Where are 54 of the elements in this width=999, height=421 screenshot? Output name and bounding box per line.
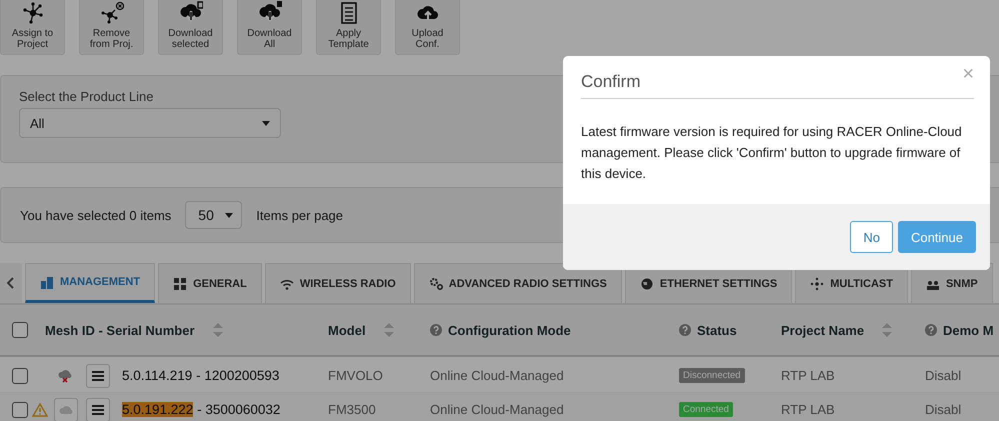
menu-icon <box>92 370 104 380</box>
model-cell: FM3500 <box>328 402 376 417</box>
product-line-select[interactable]: All <box>19 108 281 138</box>
project-cell: RTP LAB <box>781 402 835 417</box>
toolbar-button[interactable]: Download selected <box>158 0 223 55</box>
building-icon <box>40 275 54 289</box>
grid-icon <box>173 276 188 290</box>
demo-mode-cell: Disabl <box>925 368 962 383</box>
tab[interactable]: ADVANCED RADIO SETTINGS <box>414 263 622 303</box>
no-button[interactable]: No <box>850 221 893 253</box>
per-page-select[interactable]: 50 <box>185 201 242 229</box>
mode-cell: Online Cloud-Managed <box>430 402 564 417</box>
caret-icon <box>262 120 270 126</box>
dialog-title: Confirm <box>581 72 641 93</box>
per-page-label: Items per page <box>256 208 344 222</box>
tab[interactable]: GENERAL <box>158 263 262 303</box>
mesh-id-serial: 5.0.191.222 - 3500060032 <box>122 402 280 417</box>
column-header[interactable]: Model <box>328 322 366 338</box>
row-checkbox[interactable] <box>12 368 28 384</box>
row-menu-button[interactable] <box>86 364 110 388</box>
scroll-left-button[interactable] <box>0 263 22 303</box>
toolbar-button[interactable]: Remove from Proj. <box>79 0 144 55</box>
row-menu-button[interactable] <box>86 398 110 421</box>
column-header[interactable]: Configuration Mode <box>448 322 571 338</box>
toolbar-button[interactable]: Upload Conf. <box>395 0 460 55</box>
toolbar-button[interactable]: Apply Template <box>316 0 381 55</box>
column-header[interactable]: Mesh ID - Serial Number <box>45 322 195 338</box>
menu-icon <box>92 404 104 414</box>
row-checkbox[interactable] <box>12 402 28 418</box>
chevron-left-icon <box>7 277 15 289</box>
status-badge: Disconnected <box>679 368 745 383</box>
selection-count: You have selected 0 items <box>20 208 172 222</box>
tab[interactable]: MANAGEMENT <box>25 263 156 303</box>
status-badge: Connected <box>679 402 733 417</box>
field-label: Select the Product Line <box>19 89 154 104</box>
tab[interactable]: WIRELESS RADIO <box>264 263 411 303</box>
model-cell: FMVOLO <box>328 368 383 383</box>
globe-icon <box>640 276 654 290</box>
nodes-icon <box>20 1 44 25</box>
column-header[interactable]: Project Name <box>781 322 864 338</box>
select-all-checkbox[interactable] <box>12 322 28 338</box>
demo-mode-cell: Disabl <box>925 402 962 417</box>
nodes-remove-icon <box>100 1 124 25</box>
project-cell: RTP LAB <box>781 368 835 383</box>
mode-cell: Online Cloud-Managed <box>430 368 564 383</box>
column-header[interactable]: Demo M <box>943 322 994 338</box>
column-header[interactable]: Status <box>697 322 737 338</box>
caret-icon <box>225 212 234 218</box>
mesh-id-serial: 5.0.114.219 - 1200200593 <box>122 368 280 383</box>
dialog-message: Latest firmware version is required for using RACER Online-Cloud management. Please click 'Confirm' button to upgrade firmware of this device. <box>580 123 963 183</box>
gears-icon <box>428 276 443 290</box>
toolbar-button[interactable]: Download All <box>237 0 302 55</box>
network-icon <box>810 276 824 290</box>
toolbar-button[interactable]: Assign to Project <box>0 0 65 55</box>
